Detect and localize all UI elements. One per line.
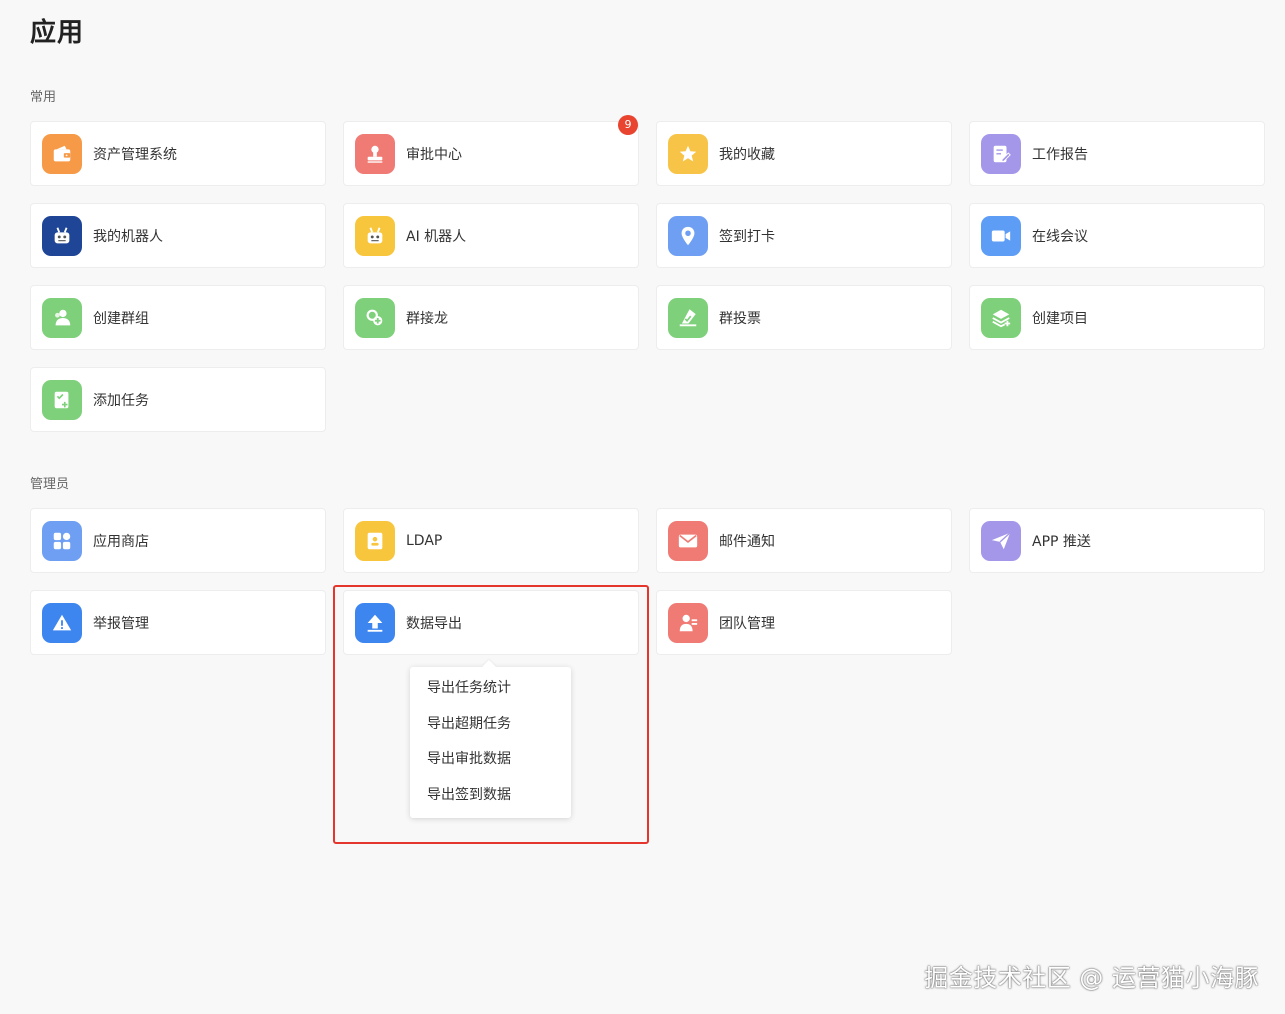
warning-icon-glyph: [52, 614, 72, 630]
wallet-icon-glyph: [53, 145, 71, 161]
menu-item-export-checkin-data[interactable]: 导出签到数据: [410, 778, 571, 814]
app-label: 团队管理: [719, 615, 775, 632]
contact-book-icon-glyph: [367, 532, 383, 549]
task-icon: [42, 379, 82, 420]
report-icon: [981, 133, 1021, 174]
app-label: 数据导出: [406, 615, 462, 632]
vote-icon-glyph: [679, 308, 697, 326]
grid-apps-icon: [42, 520, 82, 561]
send-icon: [981, 520, 1021, 561]
team-icon-glyph: [679, 614, 698, 631]
user-group-icon-glyph: [55, 309, 71, 325]
app-label: 签到打卡: [719, 228, 775, 245]
report-icon-glyph: [993, 145, 1011, 162]
common-app-card-5[interactable]: AI 机器人: [343, 203, 639, 268]
team-icon: [668, 602, 708, 643]
app-label: 在线会议: [1032, 228, 1088, 245]
app-label: AI 机器人: [406, 228, 467, 245]
grid-apps-icon-glyph: [53, 532, 71, 549]
task-icon-glyph: [54, 391, 69, 408]
chain-icon: [355, 297, 395, 338]
common-app-card-1[interactable]: 审批中心 9: [343, 115, 639, 186]
upload-icon-glyph: [367, 614, 383, 632]
app-label: LDAP: [406, 532, 443, 549]
robot-icon: [42, 215, 82, 256]
app-label: 举报管理: [93, 615, 149, 632]
admin-apps-grid: 应用商店 LDAP 邮件通知 APP 推送举报管理 数据导出 团队管理: [30, 508, 1265, 655]
stamp-icon-glyph: [367, 145, 383, 163]
common-app-card-3[interactable]: 工作报告: [969, 121, 1265, 186]
admin-app-card-0[interactable]: 应用商店: [30, 508, 326, 573]
app-label: 群接龙: [406, 310, 448, 327]
common-app-card-9[interactable]: 群接龙: [343, 285, 639, 350]
app-label: 添加任务: [93, 392, 149, 409]
common-app-card-12[interactable]: 添加任务: [30, 367, 326, 432]
common-apps-grid: 资产管理系统 审批中心 9 我的收藏 工作报告我的机器人 AI 机器人 签到打卡 在线会议创建…: [30, 115, 1265, 432]
app-label: 审批中心: [406, 146, 462, 163]
admin-app-card-2[interactable]: 邮件通知: [656, 508, 952, 573]
robot-icon-glyph: [54, 226, 70, 243]
menu-item-export-overdue-tasks[interactable]: 导出超期任务: [410, 707, 571, 743]
common-app-card-7[interactable]: 在线会议: [969, 203, 1265, 268]
common-app-card-2[interactable]: 我的收藏: [656, 121, 952, 186]
mail-icon: [668, 520, 708, 561]
app-label: 我的收藏: [719, 146, 775, 163]
app-label: 应用商店: [93, 533, 149, 550]
mail-icon-glyph: [678, 534, 698, 547]
menu-item-export-approval-data[interactable]: 导出审批数据: [410, 742, 571, 778]
video-camera-icon: [981, 215, 1021, 256]
contact-book-icon: [355, 520, 395, 561]
export-dropdown-menu: 导出任务统计 导出超期任务 导出审批数据 导出签到数据: [410, 667, 571, 818]
location-pin-icon-glyph: [681, 226, 695, 245]
admin-app-card-1[interactable]: LDAP: [343, 508, 639, 573]
notification-badge: 9: [618, 115, 638, 135]
menu-item-export-task-stats[interactable]: 导出任务统计: [410, 671, 571, 707]
app-label: 我的机器人: [93, 228, 163, 245]
app-label: APP 推送: [1032, 533, 1091, 550]
video-camera-icon-glyph: [991, 230, 1011, 241]
common-app-card-4[interactable]: 我的机器人: [30, 203, 326, 268]
user-group-icon: [42, 297, 82, 338]
section-label-common: 常用: [30, 90, 57, 105]
app-label: 群投票: [719, 310, 761, 327]
common-app-card-0[interactable]: 资产管理系统: [30, 121, 326, 186]
app-label: 工作报告: [1032, 146, 1088, 163]
common-app-card-6[interactable]: 签到打卡: [656, 203, 952, 268]
layers-icon: [981, 297, 1021, 338]
upload-icon: [355, 602, 395, 643]
admin-app-card-6[interactable]: 团队管理: [656, 590, 952, 655]
common-app-card-11[interactable]: 创建项目: [969, 285, 1265, 350]
app-label: 资产管理系统: [93, 146, 177, 163]
admin-app-card-3[interactable]: APP 推送: [969, 508, 1265, 573]
send-icon-glyph: [991, 531, 1011, 549]
location-pin-icon: [668, 215, 708, 256]
star-icon: [668, 133, 708, 174]
section-label-admin: 管理员: [30, 477, 70, 492]
watermark: 掘金技术社区 @ 运营猫小海豚: [924, 964, 1259, 992]
vote-icon: [668, 297, 708, 338]
wallet-icon: [42, 133, 82, 174]
page-title: 应用: [30, 18, 85, 48]
stamp-icon: [355, 133, 395, 174]
common-app-card-8[interactable]: 创建群组: [30, 285, 326, 350]
app-label: 创建项目: [1032, 310, 1088, 327]
app-label: 创建群组: [93, 310, 149, 327]
star-icon-glyph: [679, 145, 697, 161]
robot-icon: [355, 215, 395, 256]
chain-icon-glyph: [366, 309, 383, 325]
common-app-card-10[interactable]: 群投票: [656, 285, 952, 350]
app-label: 邮件通知: [719, 533, 775, 550]
layers-icon-glyph: [992, 309, 1011, 327]
robot-icon-glyph: [367, 226, 383, 243]
warning-icon: [42, 602, 82, 643]
admin-app-card-4[interactable]: 举报管理: [30, 590, 326, 655]
admin-app-card-5[interactable]: 数据导出: [343, 590, 639, 655]
